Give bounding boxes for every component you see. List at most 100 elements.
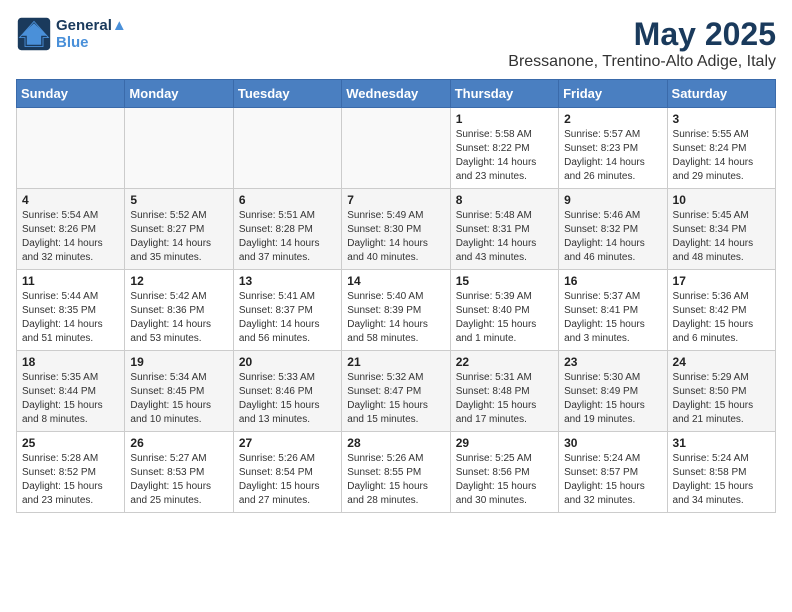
day-content: Sunrise: 5:55 AM Sunset: 8:24 PM Dayligh… [673,128,770,184]
header-saturday: Saturday [667,80,775,108]
calendar-cell: 16Sunrise: 5:37 AM Sunset: 8:41 PM Dayli… [559,270,667,351]
calendar-table: SundayMondayTuesdayWednesdayThursdayFrid… [16,79,776,513]
day-content: Sunrise: 5:42 AM Sunset: 8:36 PM Dayligh… [130,290,227,346]
day-number: 13 [239,274,336,288]
day-number: 23 [564,355,661,369]
week-row-0: 1Sunrise: 5:58 AM Sunset: 8:22 PM Daylig… [17,108,776,189]
calendar-cell [17,108,125,189]
logo-text: General▲ Blue [56,17,127,51]
day-number: 26 [130,436,227,450]
day-content: Sunrise: 5:31 AM Sunset: 8:48 PM Dayligh… [456,371,553,427]
calendar-cell: 26 Sunrise: 5:27 AM Sunset: 8:53 PM Dayli… [125,432,233,513]
calendar-cell: 30 Sunrise: 5:24 AM Sunset: 8:57 PM Dayli… [559,432,667,513]
day-content: Sunrise: 5:36 AM Sunset: 8:42 PM Dayligh… [673,290,770,346]
calendar-cell: 10 Sunrise: 5:45 AM Sunset: 8:34 PM Dayli… [667,189,775,270]
day-content: Sunrise: 5:48 AM Sunset: 8:31 PM Dayligh… [456,209,553,265]
header-thursday: Thursday [450,80,558,108]
day-content: Sunrise: 5:46 AM Sunset: 8:32 PM Dayligh… [564,209,661,265]
calendar-cell: 28 Sunrise: 5:26 AM Sunset: 8:55 PM Dayli… [342,432,450,513]
calendar-cell: 13Sunrise: 5:41 AM Sunset: 8:37 PM Dayli… [233,270,341,351]
day-content: Sunrise: 5:34 AM Sunset: 8:45 PM Dayligh… [130,371,227,427]
calendar-cell: 20 Sunrise: 5:33 AM Sunset: 8:46 PM Dayli… [233,351,341,432]
day-content: Sunrise: 5:49 AM Sunset: 8:30 PM Dayligh… [347,209,444,265]
calendar-cell: 9 Sunrise: 5:46 AM Sunset: 8:32 PM Daylig… [559,189,667,270]
day-content: Sunrise: 5:52 AM Sunset: 8:27 PM Dayligh… [130,209,227,265]
header-wednesday: Wednesday [342,80,450,108]
day-content: Sunrise: 5:57 AM Sunset: 8:23 PM Dayligh… [564,128,661,184]
calendar-cell [342,108,450,189]
day-content: Sunrise: 5:33 AM Sunset: 8:46 PM Dayligh… [239,371,336,427]
calendar-cell: 31 Sunrise: 5:24 AM Sunset: 8:58 PM Dayli… [667,432,775,513]
day-content: Sunrise: 5:26 AM Sunset: 8:55 PM Dayligh… [347,452,444,508]
day-number: 11 [22,274,119,288]
day-number: 28 [347,436,444,450]
week-row-1: 4Sunrise: 5:54 AM Sunset: 8:26 PM Daylig… [17,189,776,270]
week-row-4: 25 Sunrise: 5:28 AM Sunset: 8:52 PM Dayli… [17,432,776,513]
day-content: Sunrise: 5:24 AM Sunset: 8:58 PM Dayligh… [673,452,770,508]
day-content: Sunrise: 5:32 AM Sunset: 8:47 PM Dayligh… [347,371,444,427]
calendar-cell: 5Sunrise: 5:52 AM Sunset: 8:27 PM Daylig… [125,189,233,270]
day-content: Sunrise: 5:28 AM Sunset: 8:52 PM Dayligh… [22,452,119,508]
page-header: General▲ Blue May 2025 Bressanone, Trent… [16,16,776,71]
calendar-cell: 3 Sunrise: 5:55 AM Sunset: 8:24 PM Daylig… [667,108,775,189]
calendar-cell: 8 Sunrise: 5:48 AM Sunset: 8:31 PM Daylig… [450,189,558,270]
logo-icon [16,16,52,52]
logo: General▲ Blue [16,16,127,52]
day-number: 18 [22,355,119,369]
day-number: 25 [22,436,119,450]
day-content: Sunrise: 5:30 AM Sunset: 8:49 PM Dayligh… [564,371,661,427]
day-number: 20 [239,355,336,369]
day-content: Sunrise: 5:35 AM Sunset: 8:44 PM Dayligh… [22,371,119,427]
day-number: 24 [673,355,770,369]
day-number: 29 [456,436,553,450]
calendar-cell: 11Sunrise: 5:44 AM Sunset: 8:35 PM Dayli… [17,270,125,351]
calendar-cell: 12 Sunrise: 5:42 AM Sunset: 8:36 PM Dayli… [125,270,233,351]
day-number: 22 [456,355,553,369]
calendar-cell: 15Sunrise: 5:39 AM Sunset: 8:40 PM Dayli… [450,270,558,351]
day-number: 3 [673,112,770,126]
day-number: 2 [564,112,661,126]
day-number: 9 [564,193,661,207]
day-number: 30 [564,436,661,450]
day-content: Sunrise: 5:26 AM Sunset: 8:54 PM Dayligh… [239,452,336,508]
day-number: 8 [456,193,553,207]
day-content: Sunrise: 5:39 AM Sunset: 8:40 PM Dayligh… [456,290,553,346]
calendar-cell: 14Sunrise: 5:40 AM Sunset: 8:39 PM Dayli… [342,270,450,351]
day-number: 27 [239,436,336,450]
calendar-cell: 1Sunrise: 5:58 AM Sunset: 8:22 PM Daylig… [450,108,558,189]
day-number: 16 [564,274,661,288]
day-number: 12 [130,274,227,288]
calendar-cell: 29 Sunrise: 5:25 AM Sunset: 8:56 PM Dayli… [450,432,558,513]
calendar-cell: 23 Sunrise: 5:30 AM Sunset: 8:49 PM Dayli… [559,351,667,432]
day-number: 19 [130,355,227,369]
calendar-cell [125,108,233,189]
day-number: 7 [347,193,444,207]
calendar-cell: 27 Sunrise: 5:26 AM Sunset: 8:54 PM Dayli… [233,432,341,513]
calendar-cell: 6 Sunrise: 5:51 AM Sunset: 8:28 PM Daylig… [233,189,341,270]
day-number: 10 [673,193,770,207]
header-monday: Monday [125,80,233,108]
day-number: 31 [673,436,770,450]
calendar-cell: 18 Sunrise: 5:35 AM Sunset: 8:44 PM Dayli… [17,351,125,432]
day-content: Sunrise: 5:51 AM Sunset: 8:28 PM Dayligh… [239,209,336,265]
day-content: Sunrise: 5:27 AM Sunset: 8:53 PM Dayligh… [130,452,227,508]
week-row-3: 18 Sunrise: 5:35 AM Sunset: 8:44 PM Dayli… [17,351,776,432]
calendar-cell [233,108,341,189]
header-tuesday: Tuesday [233,80,341,108]
day-content: Sunrise: 5:24 AM Sunset: 8:57 PM Dayligh… [564,452,661,508]
day-number: 14 [347,274,444,288]
day-content: Sunrise: 5:29 AM Sunset: 8:50 PM Dayligh… [673,371,770,427]
calendar-cell: 25 Sunrise: 5:28 AM Sunset: 8:52 PM Dayli… [17,432,125,513]
calendar-cell: 7 Sunrise: 5:49 AM Sunset: 8:30 PM Daylig… [342,189,450,270]
day-number: 17 [673,274,770,288]
calendar-cell: 21 Sunrise: 5:32 AM Sunset: 8:47 PM Dayli… [342,351,450,432]
day-number: 21 [347,355,444,369]
day-content: Sunrise: 5:25 AM Sunset: 8:56 PM Dayligh… [456,452,553,508]
title-block: May 2025 Bressanone, Trentino-Alto Adige… [508,16,776,71]
calendar-cell: 19 Sunrise: 5:34 AM Sunset: 8:45 PM Dayli… [125,351,233,432]
day-content: Sunrise: 5:45 AM Sunset: 8:34 PM Dayligh… [673,209,770,265]
location: Bressanone, Trentino-Alto Adige, Italy [508,53,776,71]
day-number: 6 [239,193,336,207]
calendar-cell: 22 Sunrise: 5:31 AM Sunset: 8:48 PM Dayli… [450,351,558,432]
calendar-cell: 24 Sunrise: 5:29 AM Sunset: 8:50 PM Dayli… [667,351,775,432]
